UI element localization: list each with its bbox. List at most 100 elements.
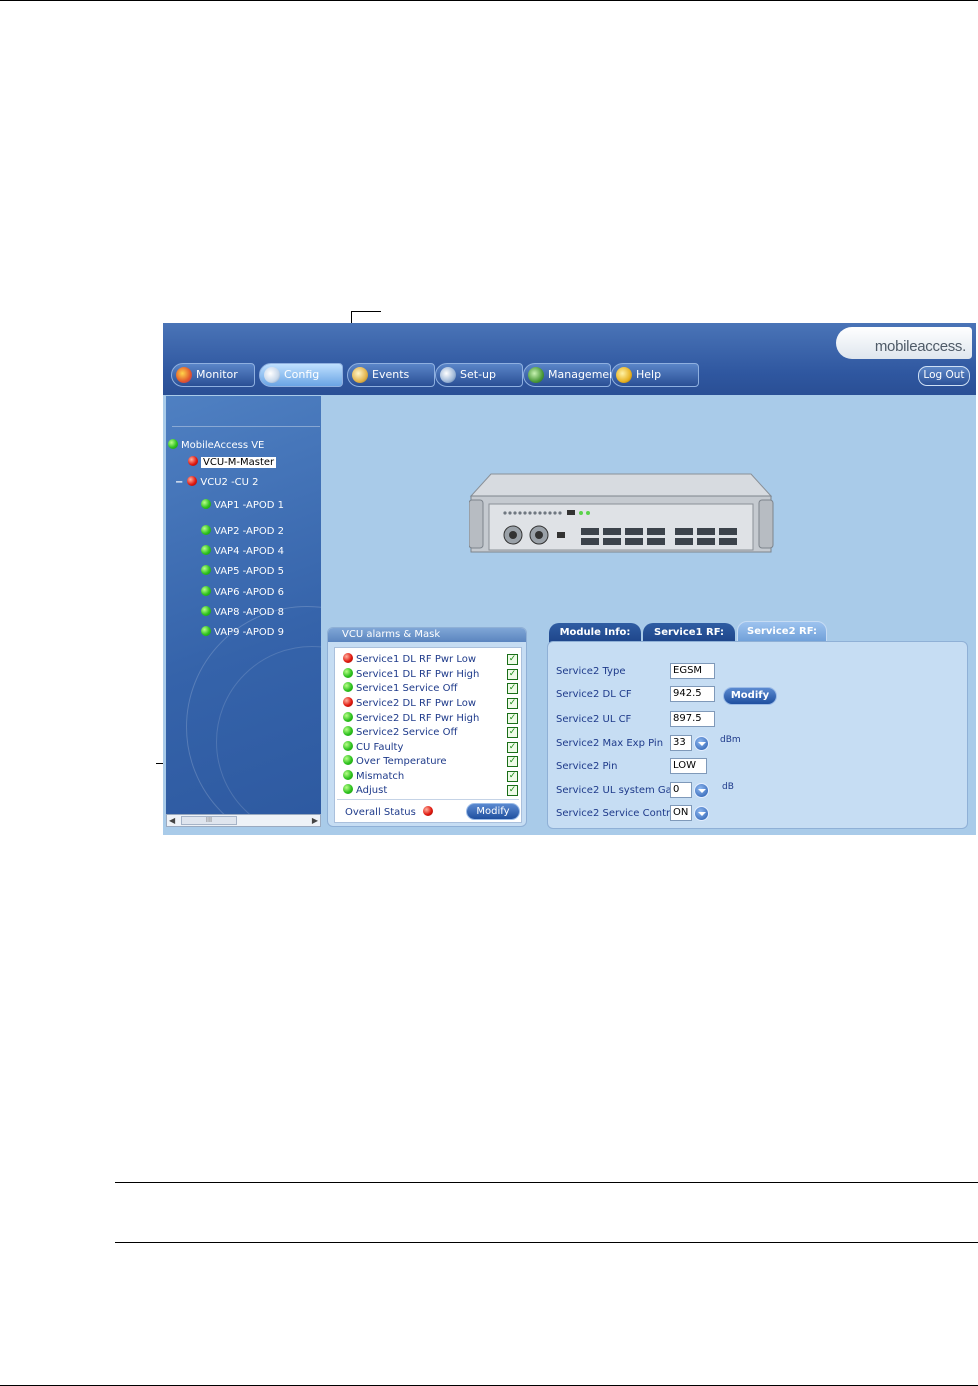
alarm-row: Service1 DL RF Pwr Low xyxy=(343,653,476,665)
status-led-icon xyxy=(343,755,353,765)
alarm-label: Mismatch xyxy=(356,771,405,782)
status-led-icon xyxy=(187,476,198,486)
service2-ul-gain-select[interactable]: 0 xyxy=(670,782,692,798)
status-led-icon xyxy=(343,697,353,707)
tree-node-ap[interactable]: VAP8 -APOD 8 xyxy=(201,606,284,619)
alarm-mask-checkbox[interactable]: ✓ xyxy=(507,713,518,724)
alarm-label: Adjust xyxy=(356,785,388,796)
sidebar-divider xyxy=(172,426,320,427)
field-label: Service2 Max Exp Pin xyxy=(556,738,664,749)
tab-events[interactable]: Events xyxy=(347,363,435,387)
tab-setup[interactable]: Set-up xyxy=(435,363,523,387)
service2-service-control-select[interactable]: ON xyxy=(670,805,692,821)
status-led-icon xyxy=(343,726,353,736)
chevron-down-icon[interactable] xyxy=(694,783,709,798)
tree-node-root[interactable]: MobileAccess VE xyxy=(168,439,264,452)
field-label: Service2 UL system Gain xyxy=(556,785,681,796)
tree-node-ap[interactable]: VAP2 -APOD 2 xyxy=(201,525,284,538)
service2-ul-cf-field[interactable]: 897.5 xyxy=(670,711,715,727)
alarm-mask-checkbox[interactable]: ✓ xyxy=(507,683,518,694)
management-icon xyxy=(528,367,544,383)
alarm-mask-checkbox[interactable]: ✓ xyxy=(507,727,518,738)
alarm-mask-checkbox[interactable]: ✓ xyxy=(507,654,518,665)
status-led-icon xyxy=(188,456,198,466)
alarms-divider xyxy=(337,799,519,800)
scroll-right-icon[interactable]: ▶ xyxy=(312,816,318,825)
sidebar-horizontal-scrollbar[interactable]: ◀ III ▶ xyxy=(166,814,321,827)
chevron-down-icon[interactable] xyxy=(694,736,709,751)
alarm-label: Service1 Service Off xyxy=(356,683,458,694)
alarm-mask-checkbox[interactable]: ✓ xyxy=(507,785,518,796)
alarm-mask-checkbox[interactable]: ✓ xyxy=(507,756,518,767)
alarms-panel-title: VCU alarms & Mask xyxy=(328,628,526,642)
status-led-icon xyxy=(201,525,211,535)
status-led-icon xyxy=(343,784,353,794)
status-led-icon xyxy=(343,682,353,692)
scroll-thumb[interactable]: III xyxy=(181,816,237,825)
tab-help[interactable]: Help xyxy=(611,363,699,387)
unit-label: dB xyxy=(722,782,734,792)
alarm-mask-checkbox[interactable]: ✓ xyxy=(507,669,518,680)
logout-button[interactable]: Log Out xyxy=(918,366,970,386)
rf-modify-button[interactable]: Modify xyxy=(723,687,777,705)
tab-module-info[interactable]: Module Info: xyxy=(549,623,641,643)
alarm-row: Service1 DL RF Pwr High xyxy=(343,668,479,680)
tab-monitor[interactable]: Monitor xyxy=(171,363,255,387)
alarms-modify-button[interactable]: Modify xyxy=(466,803,520,820)
tree-node-ap[interactable]: VAP6 -APOD 6 xyxy=(201,586,284,599)
service2-pin-field[interactable]: LOW xyxy=(670,758,707,774)
alarm-row: Mismatch xyxy=(343,770,404,782)
field-label: Service2 Type xyxy=(556,666,626,677)
help-icon xyxy=(616,367,632,383)
tree-node-label: VAP5 -APOD 5 xyxy=(214,566,284,577)
callout-line-tabs-h xyxy=(351,311,381,312)
tab-setup-label: Set-up xyxy=(460,368,496,381)
service2-dl-cf-field[interactable]: 942.5 xyxy=(670,686,715,702)
tab-service1-rf[interactable]: Service1 RF: xyxy=(643,623,735,643)
alarm-mask-checkbox[interactable]: ✓ xyxy=(507,698,518,709)
status-led-icon xyxy=(201,626,211,636)
tree-node-label: VAP8 -APOD 8 xyxy=(214,607,284,618)
app-window: mobileaccess. Monitor Config Events Set-… xyxy=(163,323,976,835)
wrench-icon xyxy=(264,367,280,383)
alarm-row: Adjust xyxy=(343,784,387,796)
wand-icon xyxy=(440,367,456,383)
tree-node-label: VAP4 -APOD 4 xyxy=(214,546,284,557)
unit-label: dBm xyxy=(720,735,741,745)
tree-node-cu[interactable]: − VCU2 -CU 2 xyxy=(175,476,259,489)
service2-type-field[interactable]: EGSM xyxy=(670,663,715,679)
alarm-row: Service2 DL RF Pwr High xyxy=(343,712,479,724)
collapse-icon[interactable]: − xyxy=(175,477,183,488)
alarm-mask-checkbox[interactable]: ✓ xyxy=(507,742,518,753)
service2-max-exp-pin-select[interactable]: 33 xyxy=(670,735,692,751)
tab-management-label: Management xyxy=(548,368,621,381)
alarm-label: Service1 DL RF Pwr High xyxy=(356,669,480,680)
alarm-row: CU Faulty xyxy=(343,741,403,753)
alarm-label: Over Temperature xyxy=(356,756,447,767)
vcu-alarms-panel: VCU alarms & Mask Service1 DL RF Pwr Low… xyxy=(327,627,527,827)
tree-node-ap[interactable]: VAP5 -APOD 5 xyxy=(201,565,284,578)
tree-node-label: VAP9 -APOD 9 xyxy=(214,627,284,638)
alarm-row: Service1 Service Off xyxy=(343,682,457,694)
chevron-down-icon[interactable] xyxy=(694,806,709,821)
tree-node-label: MobileAccess VE xyxy=(181,440,265,451)
tree-node-label: VCU-M-Master xyxy=(201,457,277,468)
tab-service2-rf[interactable]: Service2 RF: xyxy=(737,621,827,643)
overall-status-label: Overall Status xyxy=(345,807,416,818)
alarm-mask-checkbox[interactable]: ✓ xyxy=(507,771,518,782)
status-led-icon xyxy=(343,770,353,780)
service2-rf-panel: Service2 Type EGSM Service2 DL CF 942.5 … xyxy=(547,641,968,829)
tree-node-master[interactable]: VCU-M-Master xyxy=(188,456,277,469)
tree-node-ap[interactable]: VAP4 -APOD 4 xyxy=(201,545,284,558)
scroll-left-icon[interactable]: ◀ xyxy=(169,816,175,825)
tab-config[interactable]: Config xyxy=(259,363,343,387)
tree-node-ap[interactable]: VAP9 -APOD 9 xyxy=(201,626,284,639)
tree-node-label: VAP2 -APOD 2 xyxy=(214,526,284,537)
tab-management[interactable]: Management xyxy=(523,363,620,387)
top-rule xyxy=(0,0,978,1)
alarm-label: CU Faulty xyxy=(356,742,404,753)
alarms-list: Service1 DL RF Pwr Low ✓ Service1 DL RF … xyxy=(334,647,522,823)
sidebar-tree: MobileAccess VE VCU-M-Master − VCU2 -CU 2… xyxy=(166,396,321,814)
status-led-icon xyxy=(343,741,353,751)
tree-node-ap[interactable]: VAP1 -APOD 1 xyxy=(201,499,284,512)
